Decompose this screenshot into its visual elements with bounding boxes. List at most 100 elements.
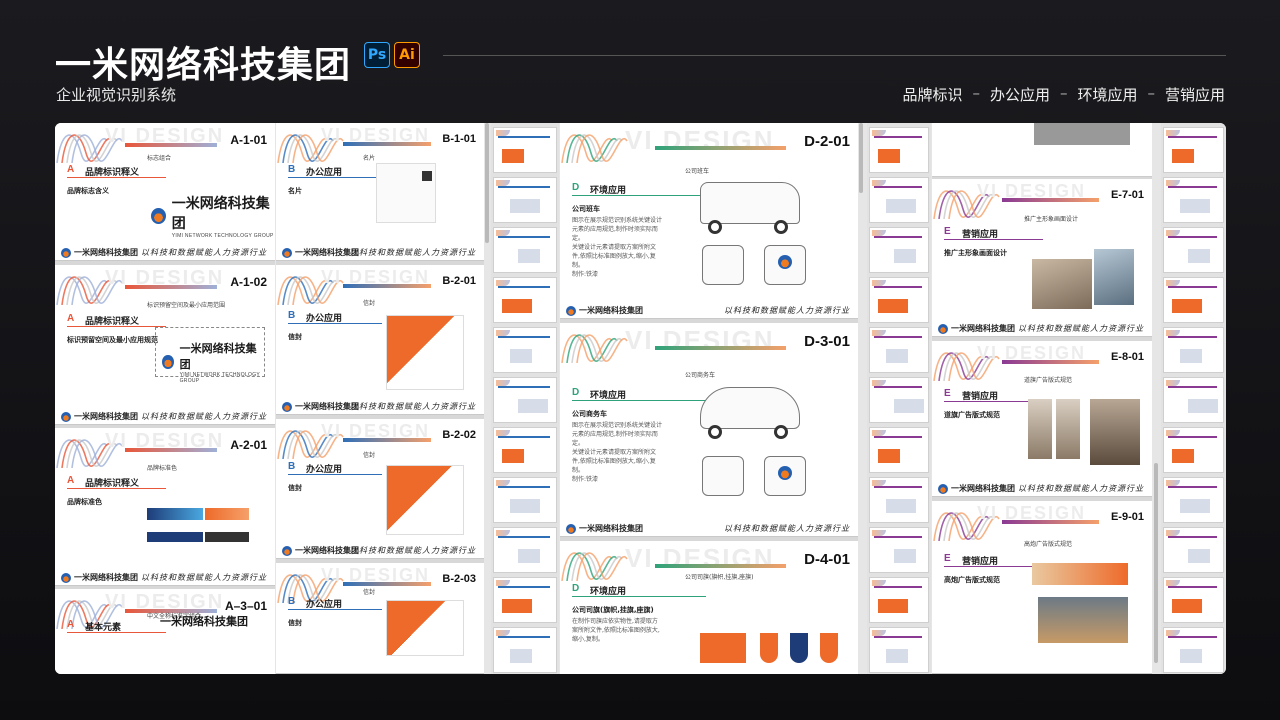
nav-item-brand[interactable]: 品牌标识 — [902, 84, 962, 105]
page-thumbnail[interactable] — [493, 527, 557, 573]
accent-bar — [874, 436, 922, 438]
page-thumbnail[interactable] — [869, 577, 929, 623]
page-thumbnail[interactable] — [493, 277, 557, 323]
accent-bar — [498, 386, 550, 388]
thumbnail-figure — [1172, 299, 1202, 313]
vi-page[interactable]: VI DESIGN A-2-01 A 品牌标识释义 品牌标准色 品牌标准色 一米网络科技集团… — [55, 428, 275, 586]
vi-page[interactable]: VI DESIGN D-4-01 D 环境应用 公司司旗(旗帜,挂旗,座旗) 公司司旗(旗… — [560, 541, 858, 674]
vi-page[interactable]: VI DESIGN A-1-02 A 品牌标识释义 标识预留空间及最小应用规范 标识预留空… — [55, 265, 275, 425]
page-thumbnail[interactable] — [1163, 527, 1224, 573]
column-scrollbar[interactable] — [859, 123, 863, 193]
thumbnail-figure — [1188, 399, 1218, 413]
page-thumbnail[interactable] — [869, 327, 929, 373]
thumbnail-figure — [1180, 349, 1202, 363]
page-thumbnail[interactable] — [869, 127, 929, 173]
accent-bar — [874, 286, 922, 288]
thumbnail-figure — [518, 399, 548, 413]
brand-logo-icon — [938, 323, 948, 334]
page-thumbnail[interactable] — [493, 127, 557, 173]
nav-item-environment[interactable]: 环境应用 — [1077, 84, 1137, 105]
page-thumbnail[interactable] — [869, 427, 929, 473]
page-thumbnail[interactable] — [1163, 277, 1224, 323]
thumbnail-figure — [886, 499, 916, 513]
campaign-photo — [1094, 249, 1134, 305]
vi-design-watermark: VI DESIGN — [625, 125, 775, 155]
page-thumbnail[interactable] — [1163, 377, 1224, 423]
page-thumbnail[interactable] — [869, 177, 929, 223]
item-title: 品牌标准色 — [67, 498, 102, 506]
page-code: D-3-01 — [804, 333, 850, 350]
accent-bar — [343, 438, 431, 442]
page-thumbnail[interactable] — [1163, 177, 1224, 223]
thumbnail-figure — [518, 249, 540, 263]
vi-page[interactable]: VI DESIGN A-1-01 A 品牌标识释义 品牌标志含义 标志组合 一米网络科技集团… — [55, 123, 275, 261]
page-thumbnail[interactable] — [869, 477, 929, 523]
page-thumbnail[interactable] — [869, 627, 929, 673]
vi-page[interactable]: VI DESIGN E-7-01 E 营销应用 推广主形象画面设计 推广主形象画面设计 一米… — [932, 179, 1152, 337]
footer-brand: 一米网络科技集团 — [282, 545, 359, 556]
figure-caption: 高炮广告版式规范 — [1024, 541, 1073, 548]
figure-caption: 公司商务车 — [685, 372, 716, 379]
page-thumbnail[interactable] — [1163, 327, 1224, 373]
accent-bar — [125, 143, 217, 147]
pennant-preview — [760, 633, 778, 663]
nav-item-office[interactable]: 办公应用 — [990, 84, 1050, 105]
footer-brand-name: 一米网络科技集团 — [74, 573, 138, 582]
color-swatch-dark — [205, 532, 249, 542]
page-thumbnail[interactable] — [1163, 627, 1224, 673]
page-thumbnail[interactable] — [493, 477, 557, 523]
page-thumbnail[interactable] — [493, 177, 557, 223]
page-thumbnail[interactable] — [1163, 577, 1224, 623]
footer-brand-name: 一米网络科技集团 — [74, 248, 138, 257]
thumbnail-figure — [502, 599, 532, 613]
page-thumbnail[interactable] — [1163, 427, 1224, 473]
vi-design-watermark: VI DESIGN — [625, 325, 775, 355]
thumbnail-figure — [878, 299, 908, 313]
accent-bar — [1168, 136, 1217, 138]
vi-page[interactable]: VI DESIGN D-3-01 D 环境应用 公司商务车 公司商务车 一米网络科技集团 以科… — [560, 323, 858, 537]
thumbnail-figure — [510, 199, 540, 213]
page-thumbnail[interactable] — [869, 277, 929, 323]
column-office: VI DESIGN B-1-01 B 办公应用 名片 名片 一米网络科技集团 以科技和数据赋能… — [276, 123, 484, 674]
page-thumbnail[interactable] — [1163, 227, 1224, 273]
page-thumbnail[interactable] — [1163, 477, 1224, 523]
banner-flag-photo — [1028, 399, 1052, 459]
vi-page[interactable]: VI DESIGN D-2-01 D 环境应用 公司班车 公司班车 一米网络科技集团 以科技和… — [560, 123, 858, 319]
page-thumbnail[interactable] — [493, 577, 557, 623]
accent-bar — [343, 284, 431, 288]
page-thumbnail[interactable] — [493, 427, 557, 473]
brand-logo-icon — [282, 247, 292, 258]
column-scrollbar[interactable] — [485, 123, 489, 243]
footer-slogan: 以科技和数据赋能人力资源行业 — [141, 573, 267, 582]
page-thumbnail[interactable] — [493, 327, 557, 373]
page-thumbnail[interactable] — [493, 627, 557, 673]
vi-page[interactable]: VI DESIGN B-1-01 B 办公应用 名片 名片 一米网络科技集团 以科技和数据赋能… — [276, 123, 484, 261]
accent-bar — [498, 486, 550, 488]
page-code: A–3–01 — [224, 599, 267, 613]
page-thumbnail[interactable] — [869, 527, 929, 573]
vi-page[interactable]: VI DESIGN B-2-03 B 办公应用 信封 信封 — [276, 563, 484, 674]
page-thumbnail[interactable] — [493, 227, 557, 273]
section-letter: A — [67, 475, 75, 486]
accent-bar — [1168, 586, 1217, 588]
nav-item-marketing[interactable]: 营销应用 — [1165, 84, 1225, 105]
vi-page[interactable]: VI DESIGN E-9-01 E 营销应用 高炮广告版式规范 高炮广告版式规范 — [932, 501, 1152, 674]
vi-page[interactable]: VI DESIGN B-2-02 B 办公应用 信封 信封 一米网络科技集团 以科技和数据赋能… — [276, 419, 484, 559]
column-scrollbar[interactable] — [1154, 463, 1158, 663]
thumbnail-strip-extra — [1161, 123, 1226, 674]
figure-caption: 公司班车 — [685, 168, 710, 175]
vi-page[interactable]: VI DESIGN E-8-01 E 营销应用 道旗广告版式规范 道旗广告版式规范 一米网络… — [932, 341, 1152, 497]
vi-page[interactable]: VI DESIGN B-2-01 B 办公应用 信封 信封 一米网络科技集团 以科技和数据赋能… — [276, 265, 484, 415]
page-thumbnail[interactable] — [1163, 127, 1224, 173]
section-letter: D — [572, 583, 580, 594]
vi-design-watermark: VI DESIGN — [625, 543, 775, 573]
footer-brand: 一米网络科技集团 — [566, 305, 643, 316]
page-thumbnail[interactable] — [869, 227, 929, 273]
accent-bar — [1168, 436, 1217, 438]
vi-page[interactable]: VI DESIGN A–3–01 A 基本元素 中文全称标准字组合 一米网络科技集团 — [55, 589, 275, 674]
qr-code-icon — [422, 171, 432, 181]
page-thumbnail[interactable] — [493, 377, 557, 423]
thumbnail-figure — [502, 149, 524, 163]
page-thumbnail[interactable] — [869, 377, 929, 423]
figure-caption: 信封 — [363, 452, 376, 459]
